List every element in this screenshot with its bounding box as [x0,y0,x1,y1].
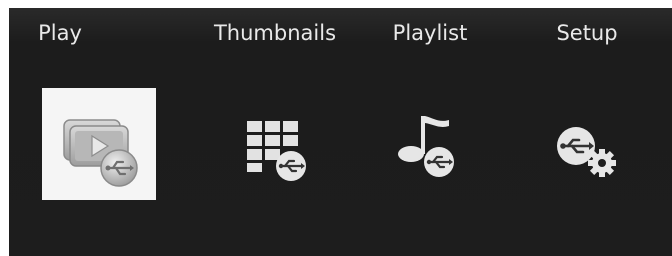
menu-label-playlist[interactable]: Playlist [393,20,468,46]
thumbnails-usb-icon [247,121,306,181]
setup-usb-icon [557,127,616,177]
usb-media-menu-screen: Play Thumbnails Playlist Setup [9,8,672,256]
menu-item-play[interactable] [42,88,156,200]
menu-label-play[interactable]: Play [38,20,82,46]
menu-label-setup[interactable]: Setup [556,20,617,46]
menu-item-setup[interactable] [530,88,644,200]
menu-labels-row: Play Thumbnails Playlist Setup [9,8,672,58]
menu-label-thumbnails[interactable]: Thumbnails [214,20,336,46]
menu-item-playlist[interactable] [373,88,487,200]
play-usb-icon [63,119,138,187]
playlist-usb-icon [398,116,454,177]
menu-item-thumbnails[interactable] [218,88,332,200]
